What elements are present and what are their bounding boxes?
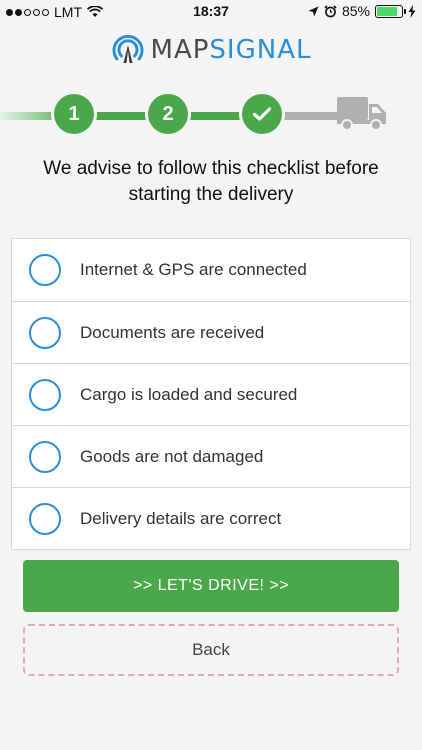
- mapsignal-logo-icon: [112, 34, 144, 63]
- checkbox-circle-icon[interactable]: [29, 316, 61, 349]
- location-arrow-icon: [308, 6, 319, 16]
- checklist-item-documents[interactable]: Documents are received: [12, 301, 410, 363]
- checkbox-circle-icon[interactable]: [29, 378, 61, 411]
- step-3: [242, 94, 282, 134]
- battery-icon: [375, 4, 406, 18]
- checklist-item-goods[interactable]: Goods are not damaged: [12, 425, 410, 487]
- checklist: Internet & GPS are connected Documents a…: [11, 238, 411, 550]
- charging-bolt-icon: [408, 4, 416, 18]
- progress-stepper: 1 2: [0, 94, 422, 138]
- status-right: 85%: [308, 3, 416, 19]
- heading-line-2: starting the delivery: [128, 184, 294, 205]
- progress-line-complete: [0, 112, 270, 120]
- logo-wordmark: MAPSIGNAL: [151, 35, 312, 65]
- checklist-item-cargo[interactable]: Cargo is loaded and secured: [12, 363, 410, 425]
- checklist-item-label: Delivery details are correct: [80, 508, 282, 528]
- checklist-item-delivery-details[interactable]: Delivery details are correct: [12, 487, 410, 549]
- checkmark-icon: [252, 107, 272, 121]
- checklist-heading: We advise to follow this checklist befor…: [0, 156, 422, 208]
- step-1: 1: [54, 94, 94, 134]
- status-bar: LMT 18:37 85%: [0, 0, 422, 24]
- checkbox-circle-icon[interactable]: [29, 440, 61, 473]
- lets-drive-button[interactable]: >> LET'S DRIVE! >>: [23, 560, 399, 612]
- checkbox-circle-icon[interactable]: [29, 254, 61, 286]
- logo-text-signal: SIGNAL: [209, 35, 312, 65]
- heading-line-1: We advise to follow this checklist befor…: [43, 158, 379, 179]
- checkbox-circle-icon[interactable]: [29, 502, 61, 535]
- checklist-item-label: Internet & GPS are connected: [80, 260, 307, 279]
- step-2: 2: [148, 94, 188, 134]
- app-logo: MAPSIGNAL: [0, 32, 422, 68]
- checklist-item-label: Goods are not damaged: [80, 446, 264, 466]
- logo-text-map: MAP: [150, 35, 210, 65]
- battery-percent: 85%: [341, 3, 370, 19]
- checklist-item-label: Documents are received: [80, 322, 265, 342]
- alarm-clock-icon: [324, 4, 337, 17]
- checklist-item-internet-gps[interactable]: Internet & GPS are connected: [12, 239, 410, 301]
- back-button[interactable]: Back: [23, 624, 399, 676]
- truck-icon: [337, 97, 386, 131]
- checklist-item-label: Cargo is loaded and secured: [80, 384, 298, 404]
